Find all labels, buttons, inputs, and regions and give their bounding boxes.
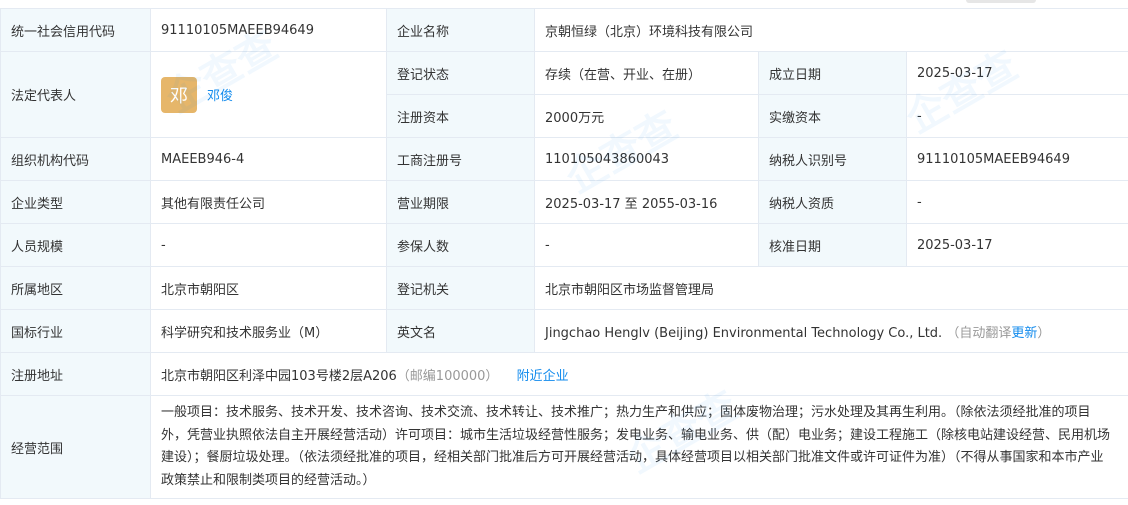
insured-label: 参保人数 <box>386 223 535 267</box>
reg-capital-value: 2000万元 <box>534 94 759 138</box>
company-type-value: 其他有限责任公司 <box>150 180 387 224</box>
address-value[interactable]: 北京市朝阳区利泽中园103号楼2层A206 <box>161 369 397 384</box>
company-info-panel: 统一社会信用代码 91110105MAEEB94649 企业名称 京朝恒绿（北京… <box>0 0 1128 505</box>
scope-text: 一般项目：技术服务、技术开发、技术咨询、技术交流、技术转让、技术推广；热力生产和… <box>161 405 1111 488</box>
english-name-value[interactable]: Jingchao Henglv (Beijing) Environmental … <box>545 326 942 341</box>
taxpayer-qual-value: - <box>905 180 1128 224</box>
org-code-label: 组织机构代码 <box>0 137 151 181</box>
reg-authority-label: 登记机关 <box>386 266 535 310</box>
company-name-label: 企业名称 <box>386 8 535 52</box>
auto-translate-note: （自动翻译 <box>946 325 1012 341</box>
english-name-label: 英文名 <box>386 309 535 353</box>
company-info-table: 统一社会信用代码 91110105MAEEB94649 企业名称 京朝恒绿（北京… <box>0 8 1128 499</box>
biz-reg-no-label: 工商注册号 <box>386 137 535 181</box>
region-value: 北京市朝阳区 <box>150 266 387 310</box>
company-name-value[interactable]: 京朝恒绿（北京）环境科技有限公司 <box>533 8 1128 52</box>
nearby-companies-link[interactable]: 附近企业 <box>517 369 569 384</box>
biz-term-label: 营业期限 <box>386 180 535 224</box>
credit-code-value[interactable]: 91110105MAEEB94649 <box>150 8 387 52</box>
table-row: 国标行业 科学研究和技术服务业（M） 英文名 Jingchao Henglv (… <box>0 309 1128 353</box>
found-date-value: 2025-03-17 <box>905 51 1128 95</box>
table-row: 企业类型 其他有限责任公司 营业期限 2025-03-17 至 2055-03-… <box>0 180 1128 224</box>
taxpayer-id-value[interactable]: 91110105MAEEB94649 <box>905 137 1128 181</box>
table-row: 注册地址 北京市朝阳区利泽中园103号楼2层A206（邮编100000） 附近企… <box>0 352 1128 396</box>
taxpayer-qual-label: 纳税人资质 <box>758 180 907 224</box>
industry-value: 科学研究和技术服务业（M） <box>150 309 387 353</box>
english-name-cell: Jingchao Henglv (Beijing) Environmental … <box>533 309 1128 353</box>
insured-value: - <box>534 223 759 267</box>
scope-value: 一般项目：技术服务、技术开发、技术咨询、技术交流、技术转让、技术推广；热力生产和… <box>149 395 1128 499</box>
credit-code-label: 统一社会信用代码 <box>0 8 151 52</box>
postcode: （邮编100000） <box>396 368 499 384</box>
paid-capital-value: - <box>905 94 1128 138</box>
scroll-tab <box>966 0 1036 3</box>
legal-rep-name-link[interactable]: 邓俊 <box>207 85 233 104</box>
address-label: 注册地址 <box>0 352 151 396</box>
staff-size-value: - <box>150 223 387 267</box>
legal-rep-label: 法定代表人 <box>0 51 151 138</box>
taxpayer-id-label: 纳税人识别号 <box>758 137 907 181</box>
industry-label: 国标行业 <box>0 309 151 353</box>
region-label: 所属地区 <box>0 266 151 310</box>
approval-date-label: 核准日期 <box>758 223 907 267</box>
avatar[interactable]: 邓 <box>161 76 197 113</box>
biz-reg-no-value[interactable]: 110105043860043 <box>534 137 759 181</box>
auto-translate-close: ） <box>1037 325 1051 341</box>
paid-capital-label: 实缴资本 <box>758 94 907 138</box>
table-row: 统一社会信用代码 91110105MAEEB94649 企业名称 京朝恒绿（北京… <box>0 8 1128 52</box>
top-edge <box>0 0 1128 8</box>
address-cell: 北京市朝阳区利泽中园103号楼2层A206（邮编100000） 附近企业 <box>149 352 1128 396</box>
reg-status-label: 登记状态 <box>386 51 535 95</box>
table-row: 所属地区 北京市朝阳区 登记机关 北京市朝阳区市场监督管理局 <box>0 266 1128 310</box>
staff-size-label: 人员规模 <box>0 223 151 267</box>
org-code-value[interactable]: MAEEB946-4 <box>150 137 387 181</box>
reg-authority-value: 北京市朝阳区市场监督管理局 <box>533 266 1128 310</box>
found-date-label: 成立日期 <box>758 51 907 95</box>
table-row: 法定代表人 邓 邓俊 登记状态 存续（在营、开业、在册） 成立日期 2025-0… <box>0 51 1128 138</box>
approval-date-value: 2025-03-17 <box>905 223 1128 267</box>
table-row: 人员规模 - 参保人数 - 核准日期 2025-03-17 <box>0 223 1128 267</box>
biz-term-value: 2025-03-17 至 2055-03-16 <box>534 180 759 224</box>
update-link[interactable]: 更新 <box>1011 326 1037 341</box>
table-row: 经营范围 一般项目：技术服务、技术开发、技术咨询、技术交流、技术转让、技术推广；… <box>0 395 1128 499</box>
scope-label: 经营范围 <box>0 395 151 499</box>
reg-status-value: 存续（在营、开业、在册） <box>534 51 759 95</box>
legal-rep-cell: 邓 邓俊 <box>150 51 387 138</box>
reg-capital-label: 注册资本 <box>386 94 535 138</box>
company-type-label: 企业类型 <box>0 180 151 224</box>
table-row: 组织机构代码 MAEEB946-4 工商注册号 110105043860043 … <box>0 137 1128 181</box>
